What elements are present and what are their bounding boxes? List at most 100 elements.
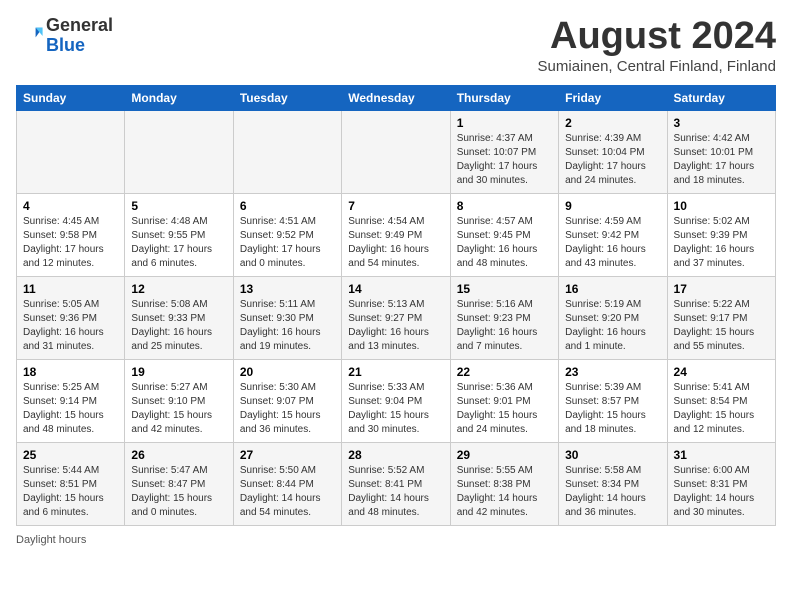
day-info: Sunrise: 5:41 AM Sunset: 8:54 PM Dayligh… bbox=[674, 381, 769, 437]
calendar-cell: 16 Sunrise: 5:19 AM Sunset: 9:20 PM Dayli… bbox=[559, 276, 667, 359]
day-number: 1 bbox=[457, 116, 552, 130]
day-info: Sunrise: 5:47 AM Sunset: 8:47 PM Dayligh… bbox=[131, 464, 226, 520]
day-number: 22 bbox=[457, 365, 552, 379]
weekday-header-thursday: Thursday bbox=[450, 85, 558, 110]
day-info: Sunrise: 4:59 AM Sunset: 9:42 PM Dayligh… bbox=[565, 215, 660, 271]
calendar-cell: 18Sunrise: 5:25 AM Sunset: 9:14 PM Dayli… bbox=[17, 359, 125, 442]
day-number: 29 bbox=[457, 448, 552, 462]
week-row-5: 25 Sunrise: 5:44 AM Sunset: 8:51 PM Dayli… bbox=[17, 442, 776, 525]
day-info: Sunrise: 5:39 AM Sunset: 8:57 PM Dayligh… bbox=[565, 381, 660, 437]
day-number: 27 bbox=[240, 448, 335, 462]
calendar-cell: 1Sunrise: 4:37 AM Sunset: 10:07 PM Dayli… bbox=[450, 110, 558, 193]
weekday-header-sunday: Sunday bbox=[17, 85, 125, 110]
day-info: Sunrise: 5:44 AM Sunset: 8:51 PM Dayligh… bbox=[23, 464, 118, 520]
footer: Daylight hours bbox=[16, 534, 776, 546]
calendar-cell bbox=[342, 110, 450, 193]
calendar-cell: 3 Sunrise: 4:42 AM Sunset: 10:01 PM Dayli… bbox=[667, 110, 775, 193]
day-info: Sunrise: 5:30 AM Sunset: 9:07 PM Dayligh… bbox=[240, 381, 335, 437]
calendar-cell: 30 Sunrise: 5:58 AM Sunset: 8:34 PM Dayli… bbox=[559, 442, 667, 525]
daylight-label: Daylight hours bbox=[16, 534, 86, 546]
weekday-header-friday: Friday bbox=[559, 85, 667, 110]
day-number: 26 bbox=[131, 448, 226, 462]
day-info: Sunrise: 4:54 AM Sunset: 9:49 PM Dayligh… bbox=[348, 215, 443, 271]
logo: General Blue bbox=[16, 16, 113, 56]
calendar-cell: 20 Sunrise: 5:30 AM Sunset: 9:07 PM Dayli… bbox=[233, 359, 341, 442]
day-number: 2 bbox=[565, 116, 660, 130]
page-header: General Blue August 2024 Sumiainen, Cent… bbox=[16, 16, 776, 75]
calendar-cell: 25 Sunrise: 5:44 AM Sunset: 8:51 PM Dayli… bbox=[17, 442, 125, 525]
day-number: 30 bbox=[565, 448, 660, 462]
day-number: 21 bbox=[348, 365, 443, 379]
calendar-cell: 6 Sunrise: 4:51 AM Sunset: 9:52 PM Daylig… bbox=[233, 193, 341, 276]
day-number: 15 bbox=[457, 282, 552, 296]
day-info: Sunrise: 5:19 AM Sunset: 9:20 PM Dayligh… bbox=[565, 298, 660, 354]
day-number: 31 bbox=[674, 448, 769, 462]
logo-icon bbox=[16, 22, 44, 50]
day-info: Sunrise: 4:48 AM Sunset: 9:55 PM Dayligh… bbox=[131, 215, 226, 271]
weekday-header-tuesday: Tuesday bbox=[233, 85, 341, 110]
day-number: 16 bbox=[565, 282, 660, 296]
calendar-cell: 2Sunrise: 4:39 AM Sunset: 10:04 PM Dayli… bbox=[559, 110, 667, 193]
calendar-cell: 22 Sunrise: 5:36 AM Sunset: 9:01 PM Dayli… bbox=[450, 359, 558, 442]
calendar-cell: 10 Sunrise: 5:02 AM Sunset: 9:39 PM Dayli… bbox=[667, 193, 775, 276]
calendar-cell: 19Sunrise: 5:27 AM Sunset: 9:10 PM Dayli… bbox=[125, 359, 233, 442]
day-number: 8 bbox=[457, 199, 552, 213]
calendar-cell: 21 Sunrise: 5:33 AM Sunset: 9:04 PM Dayli… bbox=[342, 359, 450, 442]
day-number: 5 bbox=[131, 199, 226, 213]
calendar-cell: 15 Sunrise: 5:16 AM Sunset: 9:23 PM Dayli… bbox=[450, 276, 558, 359]
day-number: 19 bbox=[131, 365, 226, 379]
day-number: 10 bbox=[674, 199, 769, 213]
week-row-3: 11Sunrise: 5:05 AM Sunset: 9:36 PM Dayli… bbox=[17, 276, 776, 359]
day-number: 25 bbox=[23, 448, 118, 462]
day-number: 9 bbox=[565, 199, 660, 213]
day-info: Sunrise: 5:36 AM Sunset: 9:01 PM Dayligh… bbox=[457, 381, 552, 437]
day-info: Sunrise: 6:00 AM Sunset: 8:31 PM Dayligh… bbox=[674, 464, 769, 520]
day-info: Sunrise: 5:16 AM Sunset: 9:23 PM Dayligh… bbox=[457, 298, 552, 354]
day-info: Sunrise: 5:11 AM Sunset: 9:30 PM Dayligh… bbox=[240, 298, 335, 354]
calendar-cell: 12Sunrise: 5:08 AM Sunset: 9:33 PM Dayli… bbox=[125, 276, 233, 359]
day-number: 28 bbox=[348, 448, 443, 462]
logo-text: General Blue bbox=[46, 16, 113, 56]
week-row-4: 18Sunrise: 5:25 AM Sunset: 9:14 PM Dayli… bbox=[17, 359, 776, 442]
calendar-cell: 23Sunrise: 5:39 AM Sunset: 8:57 PM Dayli… bbox=[559, 359, 667, 442]
day-number: 17 bbox=[674, 282, 769, 296]
location-subtitle: Sumiainen, Central Finland, Finland bbox=[538, 58, 776, 75]
calendar-cell: 26 Sunrise: 5:47 AM Sunset: 8:47 PM Dayli… bbox=[125, 442, 233, 525]
logo-general-text: General bbox=[46, 16, 113, 36]
calendar-cell bbox=[233, 110, 341, 193]
day-number: 18 bbox=[23, 365, 118, 379]
day-number: 20 bbox=[240, 365, 335, 379]
calendar-cell bbox=[125, 110, 233, 193]
day-info: Sunrise: 5:55 AM Sunset: 8:38 PM Dayligh… bbox=[457, 464, 552, 520]
calendar-cell: 5 Sunrise: 4:48 AM Sunset: 9:55 PM Daylig… bbox=[125, 193, 233, 276]
calendar-cell: 27 Sunrise: 5:50 AM Sunset: 8:44 PM Dayli… bbox=[233, 442, 341, 525]
day-info: Sunrise: 5:52 AM Sunset: 8:41 PM Dayligh… bbox=[348, 464, 443, 520]
day-info: Sunrise: 4:51 AM Sunset: 9:52 PM Dayligh… bbox=[240, 215, 335, 271]
day-number: 4 bbox=[23, 199, 118, 213]
day-info: Sunrise: 5:58 AM Sunset: 8:34 PM Dayligh… bbox=[565, 464, 660, 520]
day-number: 6 bbox=[240, 199, 335, 213]
day-info: Sunrise: 4:57 AM Sunset: 9:45 PM Dayligh… bbox=[457, 215, 552, 271]
calendar-cell: 8 Sunrise: 4:57 AM Sunset: 9:45 PM Daylig… bbox=[450, 193, 558, 276]
title-block: August 2024 Sumiainen, Central Finland, … bbox=[538, 16, 776, 75]
day-info: Sunrise: 5:50 AM Sunset: 8:44 PM Dayligh… bbox=[240, 464, 335, 520]
calendar-cell: 17Sunrise: 5:22 AM Sunset: 9:17 PM Dayli… bbox=[667, 276, 775, 359]
day-info: Sunrise: 5:13 AM Sunset: 9:27 PM Dayligh… bbox=[348, 298, 443, 354]
weekday-header-wednesday: Wednesday bbox=[342, 85, 450, 110]
week-row-2: 4Sunrise: 4:45 AM Sunset: 9:58 PM Daylig… bbox=[17, 193, 776, 276]
day-info: Sunrise: 5:02 AM Sunset: 9:39 PM Dayligh… bbox=[674, 215, 769, 271]
day-info: Sunrise: 4:42 AM Sunset: 10:01 PM Daylig… bbox=[674, 132, 769, 188]
day-number: 7 bbox=[348, 199, 443, 213]
day-number: 24 bbox=[674, 365, 769, 379]
week-row-1: 1Sunrise: 4:37 AM Sunset: 10:07 PM Dayli… bbox=[17, 110, 776, 193]
day-info: Sunrise: 5:05 AM Sunset: 9:36 PM Dayligh… bbox=[23, 298, 118, 354]
day-number: 3 bbox=[674, 116, 769, 130]
day-info: Sunrise: 5:33 AM Sunset: 9:04 PM Dayligh… bbox=[348, 381, 443, 437]
weekday-header-row: SundayMondayTuesdayWednesdayThursdayFrid… bbox=[17, 85, 776, 110]
logo-blue-text: Blue bbox=[46, 36, 113, 56]
calendar-cell: 28 Sunrise: 5:52 AM Sunset: 8:41 PM Dayli… bbox=[342, 442, 450, 525]
calendar-cell bbox=[17, 110, 125, 193]
day-info: Sunrise: 5:08 AM Sunset: 9:33 PM Dayligh… bbox=[131, 298, 226, 354]
calendar-cell: 14Sunrise: 5:13 AM Sunset: 9:27 PM Dayli… bbox=[342, 276, 450, 359]
calendar-cell: 13Sunrise: 5:11 AM Sunset: 9:30 PM Dayli… bbox=[233, 276, 341, 359]
